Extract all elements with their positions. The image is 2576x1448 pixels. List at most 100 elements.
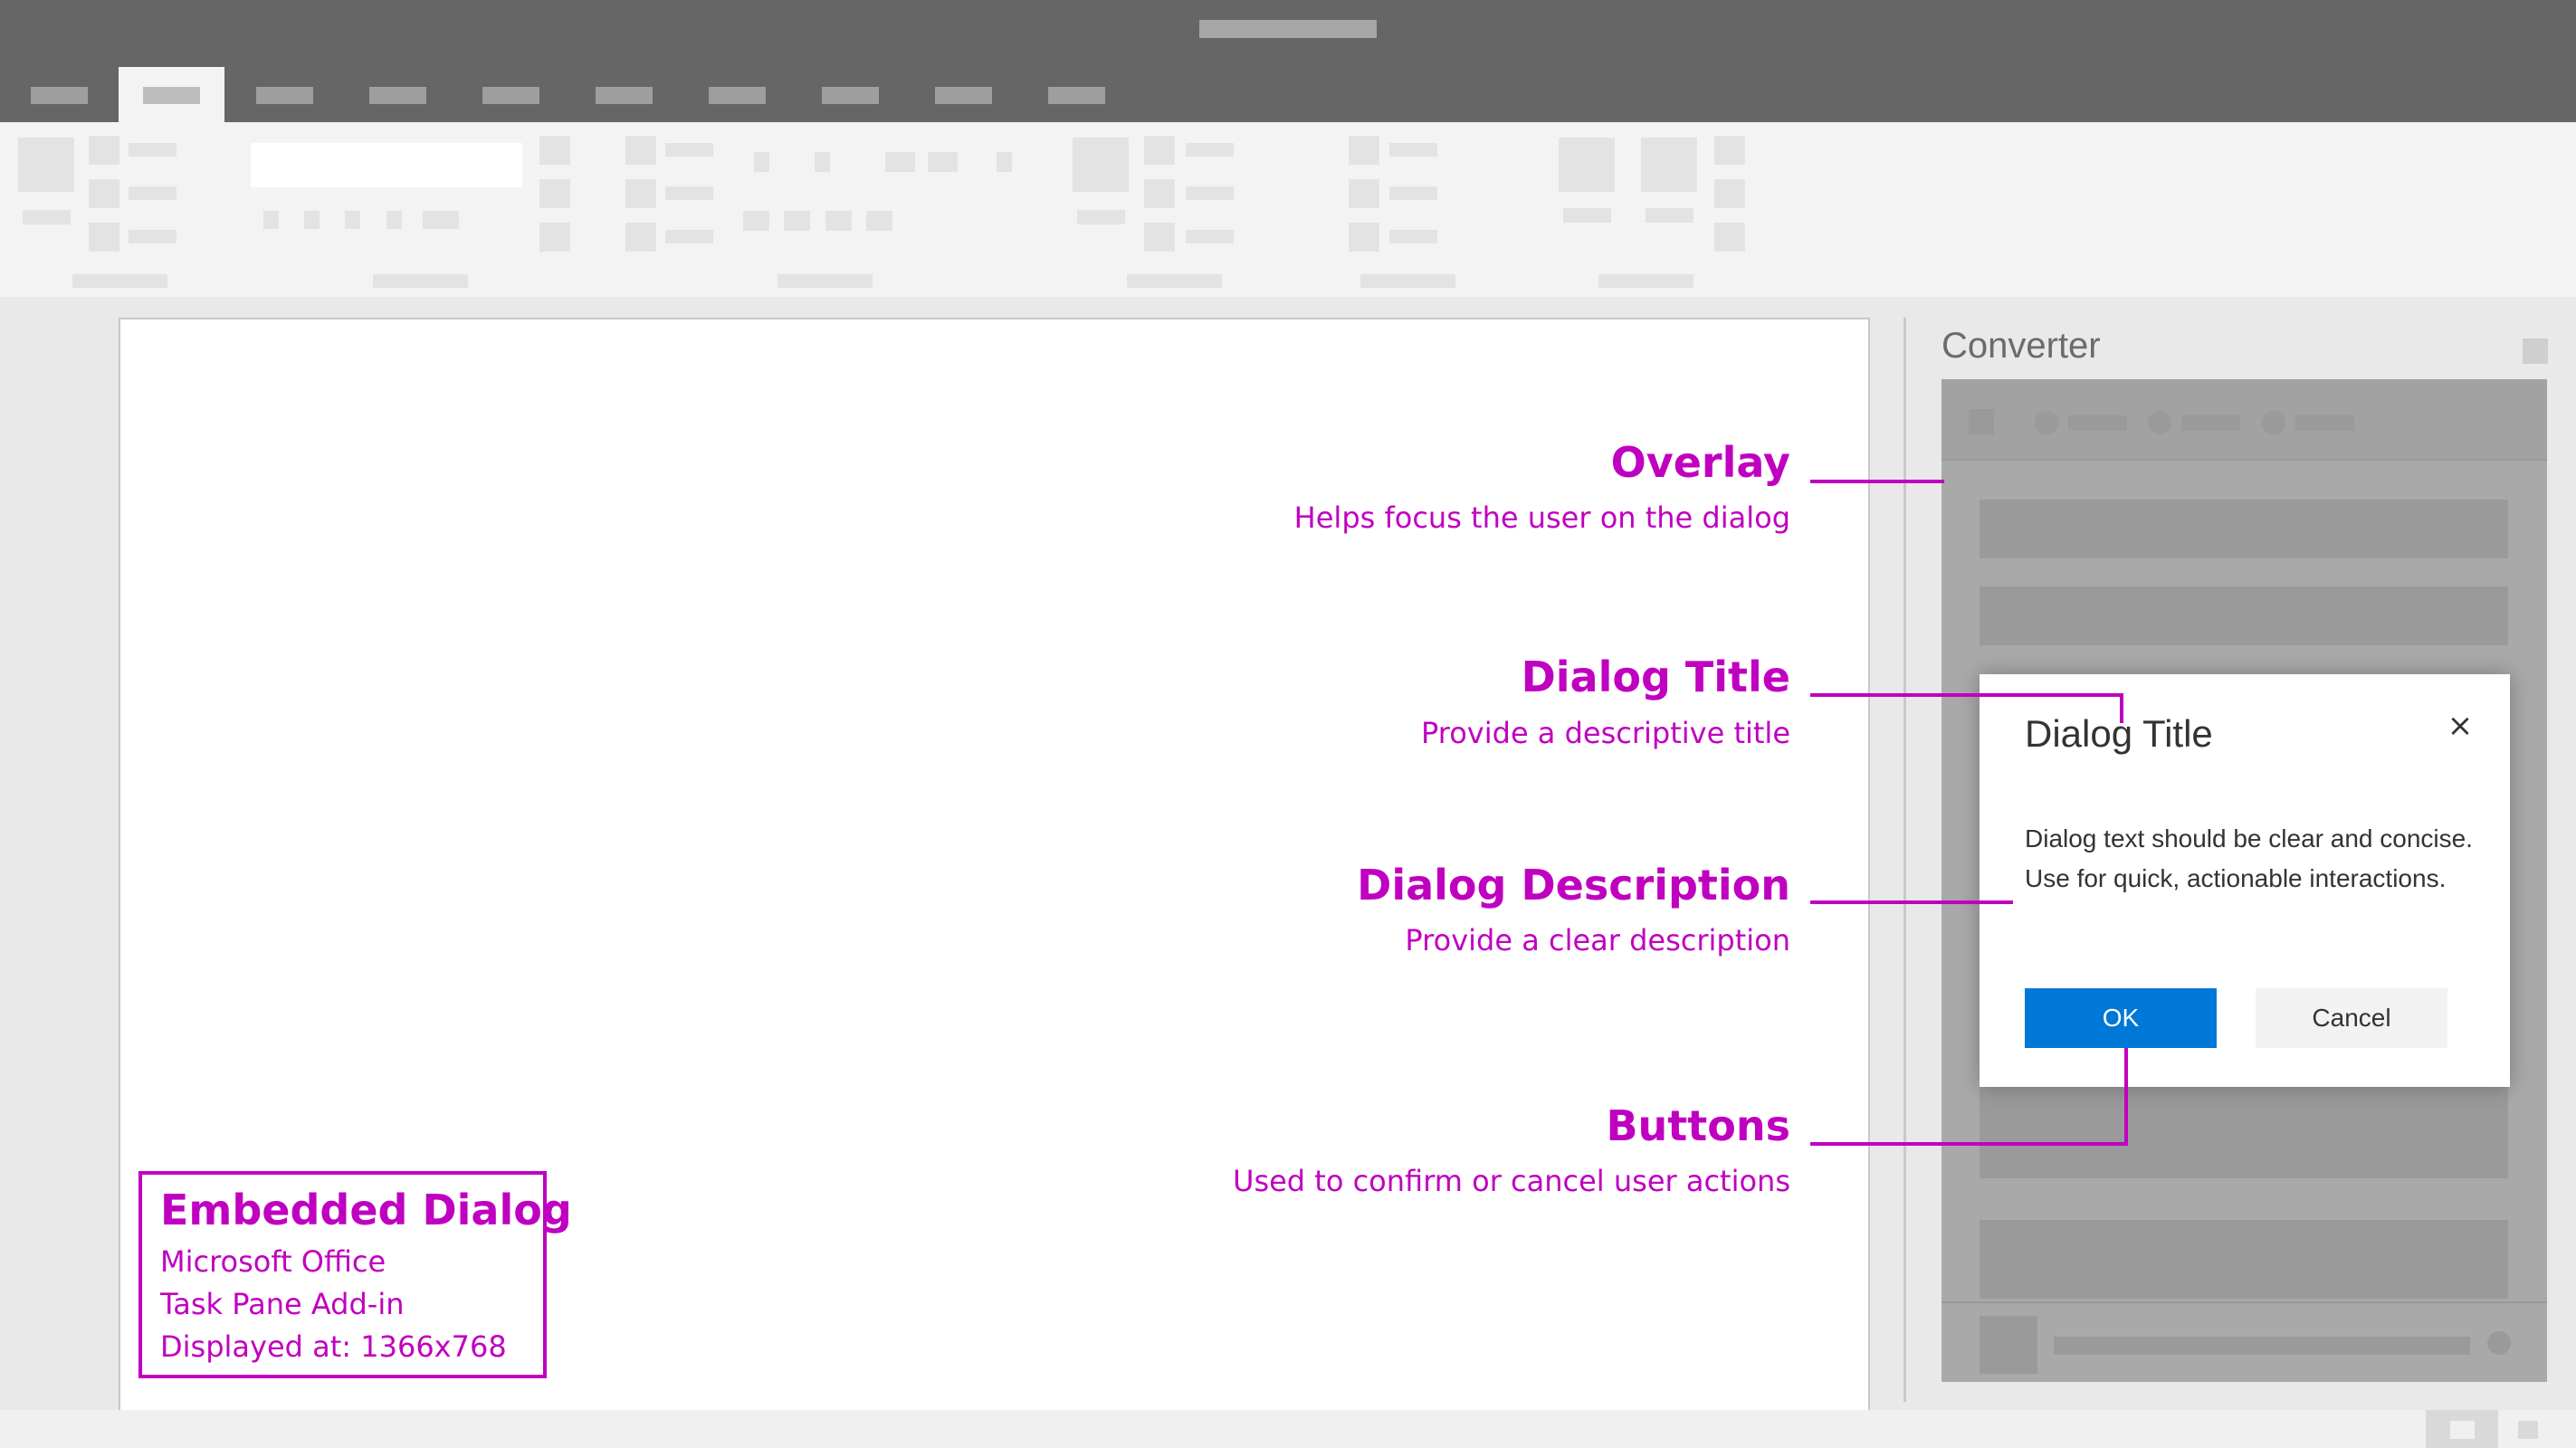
pane-label-placeholder: [2181, 415, 2240, 431]
view-mode-button[interactable]: [2426, 1410, 2498, 1448]
dialog-title: Dialog Title: [2025, 712, 2213, 755]
ribbon-label-placeholder: [1186, 186, 1234, 200]
ribbon-group-label: [1598, 274, 1693, 288]
ribbon-group-label: [373, 274, 468, 288]
dialog: Dialog Title × Dialog text should be cle…: [1980, 674, 2510, 1087]
ribbon-small-icon[interactable]: [743, 211, 769, 231]
ribbon-small-icon[interactable]: [304, 211, 320, 229]
annotation-heading-dialog-description: Dialog Description: [1357, 861, 1790, 910]
ribbon-small-icon[interactable]: [866, 211, 892, 231]
pane-dot-placeholder: [2035, 411, 2058, 434]
callout-line-dialog-title-drop: [2120, 693, 2123, 723]
ribbon-tab-3[interactable]: [232, 67, 338, 122]
ribbon-small-icon[interactable]: [345, 211, 360, 229]
ribbon-large-button[interactable]: [1559, 138, 1615, 192]
ribbon-label-placeholder: [1646, 208, 1693, 223]
embedded-dialog-heading: Embedded Dialog: [160, 1186, 572, 1234]
ribbon-label-placeholder: [1077, 210, 1125, 224]
ribbon-label-placeholder: [1389, 143, 1437, 157]
ribbon-small-icon[interactable]: [89, 223, 119, 252]
ribbon-small-icon[interactable]: [1714, 179, 1745, 208]
ribbon-label-placeholder: [129, 186, 177, 200]
pane-field-placeholder: [1980, 500, 2508, 558]
pane-label-placeholder: [2068, 415, 2127, 431]
status-bar: [0, 1410, 2576, 1448]
ribbon-tab-2-active[interactable]: [119, 67, 224, 122]
view-mode-button[interactable]: [2518, 1421, 2538, 1439]
ribbon-label-placeholder: [665, 186, 713, 200]
ribbon-small-icon[interactable]: [1144, 223, 1175, 252]
ribbon-small-icon[interactable]: [625, 179, 656, 208]
ribbon-tab-4[interactable]: [345, 67, 451, 122]
pane-footer-divider: [1942, 1301, 2547, 1303]
pane-label-placeholder: [2295, 415, 2354, 431]
pane-footer-label-placeholder: [2054, 1337, 2470, 1355]
callout-line-buttons-rise: [2124, 1048, 2128, 1146]
ribbon-small-icon[interactable]: [539, 179, 570, 208]
ribbon-small-icon[interactable]: [1349, 179, 1379, 208]
ribbon-label-placeholder: [129, 230, 177, 243]
task-pane-close-icon[interactable]: [2523, 338, 2548, 364]
ribbon-small-icon[interactable]: [1714, 136, 1745, 165]
ribbon-tab-9[interactable]: [911, 67, 1016, 122]
ribbon-small-icon[interactable]: [89, 179, 119, 208]
ribbon-small-icon[interactable]: [1144, 136, 1175, 165]
ribbon-small-icon[interactable]: [885, 152, 915, 172]
ribbon-group-label: [1127, 274, 1222, 288]
pane-dot-placeholder: [2148, 411, 2171, 434]
pane-field-placeholder: [1980, 1084, 2508, 1178]
window-title-placeholder: [1199, 20, 1377, 38]
ribbon-large-button[interactable]: [18, 138, 74, 192]
annotation-heading-overlay: Overlay: [1610, 438, 1790, 487]
callout-line-overlay: [1810, 480, 1944, 483]
annotation-text-overlay: Helps focus the user on the dialog: [1293, 500, 1790, 535]
ribbon-tab-1[interactable]: [6, 67, 112, 122]
ribbon-small-icon[interactable]: [625, 223, 656, 252]
dialog-description: Dialog text should be clear and concise.…: [2025, 824, 2473, 892]
ribbon-large-button[interactable]: [1073, 138, 1129, 192]
ribbon-small-icon[interactable]: [928, 152, 958, 172]
ribbon-small-icon[interactable]: [386, 211, 402, 229]
pane-field-placeholder: [1980, 586, 2508, 645]
ribbon-small-icon[interactable]: [1349, 223, 1379, 252]
ribbon-label-placeholder: [665, 230, 713, 243]
annotation-text-buttons: Used to confirm or cancel user actions: [1233, 1164, 1790, 1198]
ribbon-small-icon[interactable]: [997, 152, 1012, 172]
ribbon-label-placeholder: [1186, 143, 1234, 157]
ribbon-small-icon[interactable]: [1144, 179, 1175, 208]
ribbon-font-input[interactable]: [251, 143, 522, 187]
ribbon-tab-5[interactable]: [458, 67, 564, 122]
ribbon-label-placeholder: [1389, 186, 1437, 200]
ribbon-small-icon[interactable]: [784, 211, 810, 231]
ribbon-small-icon[interactable]: [625, 136, 656, 165]
ribbon-tab-8[interactable]: [797, 67, 903, 122]
close-icon[interactable]: ×: [2442, 708, 2478, 744]
pane-header-placeholder: [1942, 379, 2547, 460]
ribbon-small-icon[interactable]: [89, 136, 119, 165]
ribbon-label-placeholder: [23, 210, 71, 224]
ribbon-label-placeholder: [665, 143, 713, 157]
pane-field-placeholder: [1980, 1220, 2508, 1299]
ribbon-small-icon[interactable]: [815, 152, 830, 172]
ribbon-small-icon[interactable]: [1349, 136, 1379, 165]
title-bar: [0, 0, 2576, 122]
embedded-dialog-line: Displayed at: 1366x768: [160, 1329, 507, 1364]
ribbon-small-icon[interactable]: [1714, 223, 1745, 252]
pane-dot-placeholder: [2262, 411, 2285, 434]
ribbon-small-icon[interactable]: [825, 211, 852, 231]
cancel-button[interactable]: Cancel: [2256, 988, 2447, 1048]
ribbon-label-placeholder: [1389, 230, 1437, 243]
ribbon-small-icon[interactable]: [754, 152, 769, 172]
ribbon-tab-7[interactable]: [684, 67, 790, 122]
ribbon-tab-10[interactable]: [1024, 67, 1130, 122]
ribbon-small-icon[interactable]: [263, 211, 279, 229]
embedded-dialog-line: Microsoft Office: [160, 1244, 386, 1279]
callout-line-dialog-title: [1810, 693, 2123, 697]
pane-dot-placeholder: [2487, 1331, 2511, 1355]
ribbon-small-icon[interactable]: [423, 211, 459, 229]
ribbon-tab-6[interactable]: [571, 67, 677, 122]
ribbon-small-icon[interactable]: [539, 136, 570, 165]
ok-button[interactable]: OK: [2025, 988, 2217, 1048]
ribbon-small-icon[interactable]: [539, 223, 570, 252]
ribbon-large-button[interactable]: [1641, 138, 1697, 192]
